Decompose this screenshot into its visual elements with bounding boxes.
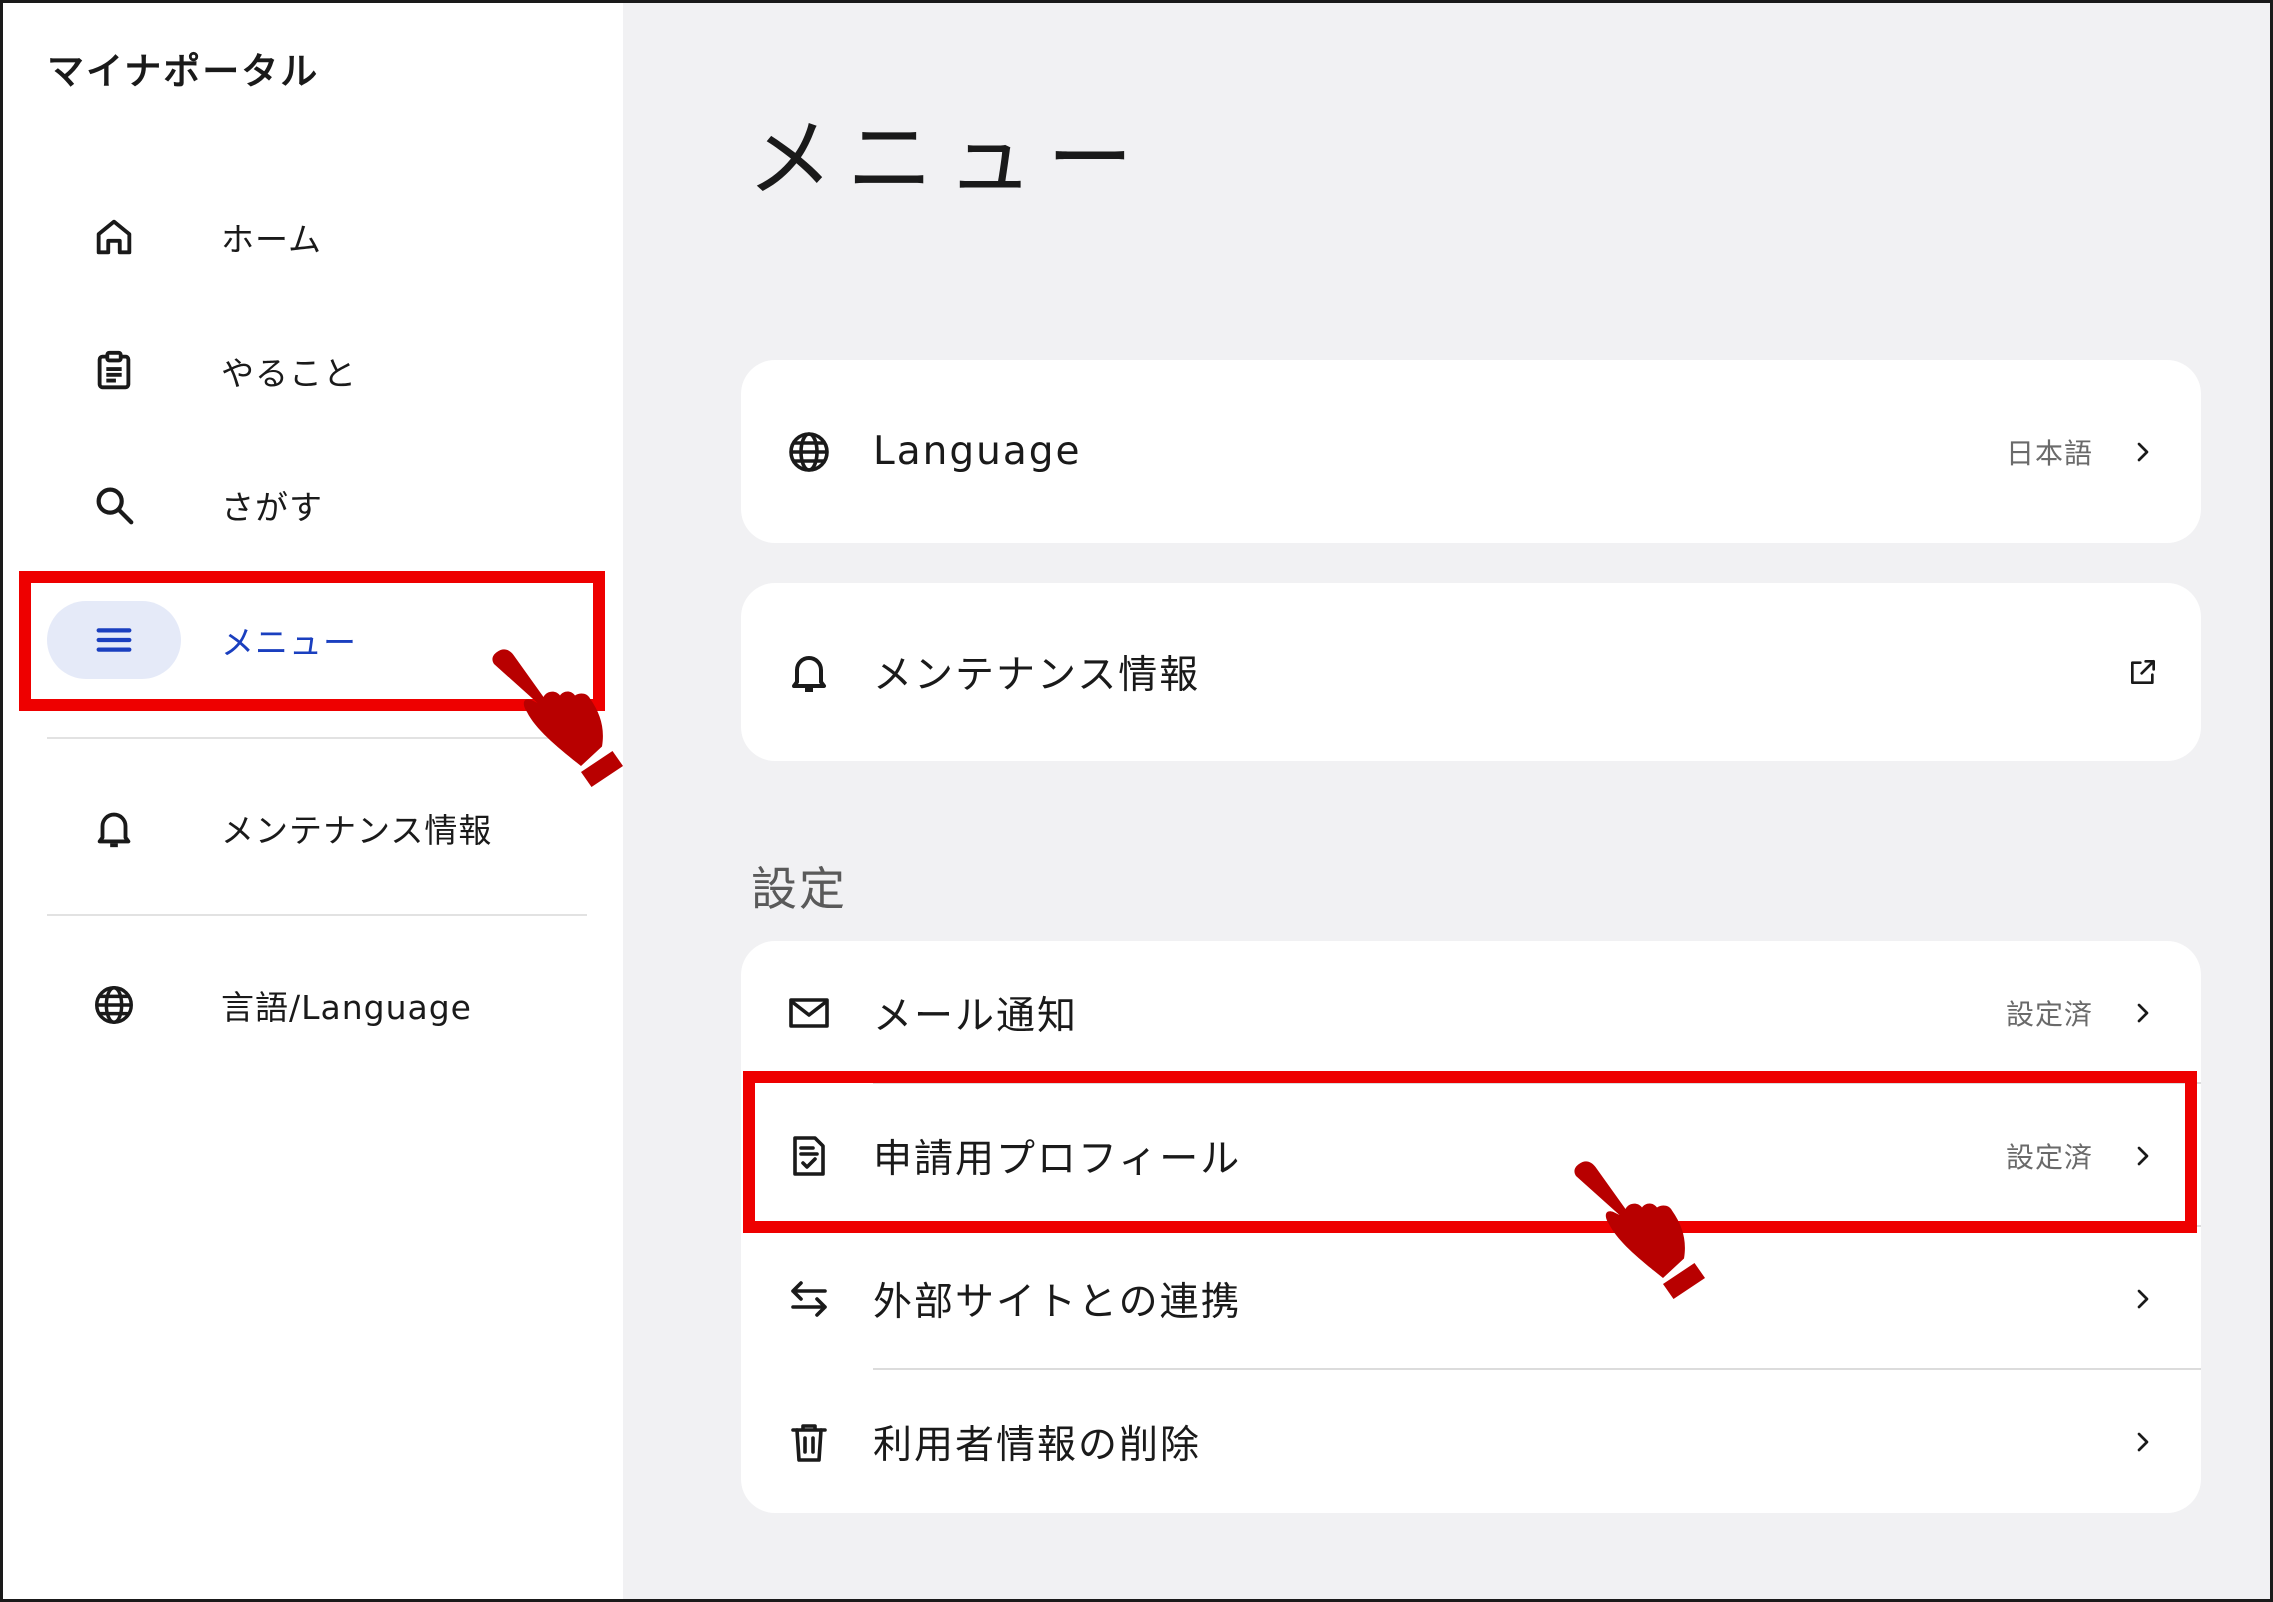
row-label: 外部サイトとの連携 xyxy=(873,1279,1242,1325)
maintenance-row[interactable]: メンテナンス情報 xyxy=(741,583,2201,761)
external-link-icon xyxy=(2121,650,2165,694)
settings-row-profile[interactable]: 申請用プロフィール 設定済 xyxy=(741,1084,2201,1227)
row-value: 設定済 xyxy=(2005,1140,2093,1174)
row-label: メール通知 xyxy=(873,993,1079,1039)
bell-icon xyxy=(47,789,181,867)
sidebar-item-maintenance[interactable]: メンテナンス情報 xyxy=(47,788,587,868)
chevron-right-icon xyxy=(2121,991,2165,1035)
settings-row-delete-user[interactable]: 利用者情報の削除 xyxy=(741,1370,2201,1513)
sidebar-item-label: 言語/Language xyxy=(221,988,472,1027)
sidebar-item-label: メンテナンス情報 xyxy=(221,811,493,850)
app-title: マイナポータル xyxy=(47,50,320,93)
chevron-right-icon xyxy=(2121,1134,2165,1178)
arrows-swap-icon xyxy=(779,1269,839,1329)
row-label: 利用者情報の削除 xyxy=(873,1422,1202,1468)
chevron-right-icon xyxy=(2121,1420,2165,1464)
chevron-right-icon xyxy=(2121,1277,2165,1321)
settings-row-mail[interactable]: メール通知 設定済 xyxy=(741,941,2201,1084)
page-title: メニュー xyxy=(747,109,1147,209)
section-title-settings: 設定 xyxy=(751,862,847,916)
mail-icon xyxy=(779,983,839,1043)
sidebar-item-label: やること xyxy=(221,354,357,393)
maintenance-card: メンテナンス情報 xyxy=(741,583,2201,761)
settings-card: メール通知 設定済 申請用プロフィール 設定済 外部サイトとの連携 利用者情報の… xyxy=(741,941,2201,1513)
globe-icon xyxy=(779,422,839,482)
sidebar-item-menu[interactable]: メニュー xyxy=(47,600,587,680)
row-label: 申請用プロフィール xyxy=(873,1136,1242,1182)
app-window: マイナポータル ホーム やること さがす メニュー メンテナンス情報 言語/La… xyxy=(0,0,2273,1602)
clipboard-icon xyxy=(47,332,181,410)
row-value: 日本語 xyxy=(2005,436,2093,470)
sidebar-divider xyxy=(47,737,587,739)
main-content: メニュー Language 日本語 メンテナンス情報 設定 メール通知 設定済 … xyxy=(623,3,2270,1599)
row-label: Language xyxy=(873,429,1082,474)
sidebar-divider xyxy=(47,914,587,916)
row-value: 設定済 xyxy=(2005,997,2093,1031)
sidebar: マイナポータル ホーム やること さがす メニュー メンテナンス情報 言語/La… xyxy=(3,3,623,1599)
chevron-right-icon xyxy=(2121,430,2165,474)
sidebar-item-language[interactable]: 言語/Language xyxy=(47,965,587,1045)
globe-icon xyxy=(47,966,181,1044)
row-label: メンテナンス情報 xyxy=(873,653,1201,698)
sidebar-item-home[interactable]: ホーム xyxy=(47,197,587,277)
bell-icon xyxy=(779,642,839,702)
trash-icon xyxy=(779,1412,839,1472)
search-icon xyxy=(47,466,181,544)
sidebar-item-search[interactable]: さがす xyxy=(47,465,587,545)
language-row[interactable]: Language 日本語 xyxy=(741,360,2201,543)
settings-row-external-link[interactable]: 外部サイトとの連携 xyxy=(741,1227,2201,1370)
sidebar-item-label: ホーム xyxy=(221,220,323,259)
language-card: Language 日本語 xyxy=(741,360,2201,543)
sidebar-item-todo[interactable]: やること xyxy=(47,331,587,411)
sidebar-item-label: さがす xyxy=(221,488,323,527)
menu-icon xyxy=(47,601,181,679)
sidebar-item-label: メニュー xyxy=(221,623,357,662)
document-check-icon xyxy=(779,1126,839,1186)
home-icon xyxy=(47,198,181,276)
